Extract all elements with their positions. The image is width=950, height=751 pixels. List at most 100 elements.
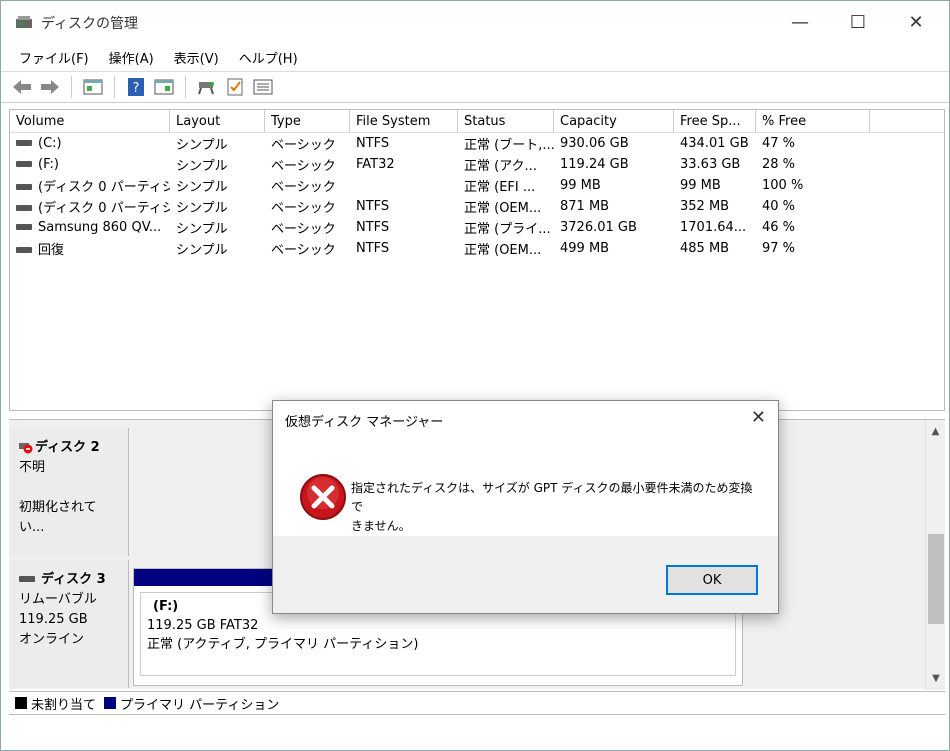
window-title: ディスクの管理 bbox=[41, 15, 139, 32]
volume-status: 正常 (EFI ... bbox=[464, 180, 536, 195]
table-row[interactable]: 回復 シンプル ベーシック NTFS 正常 (OEM... 499 MB 485… bbox=[10, 238, 944, 259]
volume-layout: シンプル bbox=[176, 243, 228, 258]
volume-type: ベーシック bbox=[271, 180, 336, 195]
disk-error-icon bbox=[19, 441, 33, 455]
volume-name: (F:) bbox=[38, 157, 59, 172]
list-icon[interactable] bbox=[252, 76, 274, 98]
column-percent-free[interactable]: % Free bbox=[756, 110, 870, 132]
disk-3-label[interactable]: ディスク 3 リムーバブル 119.25 GB オンライン bbox=[9, 560, 129, 688]
volume-percent-free: 40 % bbox=[762, 199, 796, 214]
volume-name: (C:) bbox=[38, 136, 62, 151]
volume-capacity: 3726.01 GB bbox=[560, 220, 637, 235]
table-row[interactable]: (ディスク 0 パーティショ... シンプル ベーシック NTFS 正常 (OE… bbox=[10, 196, 944, 217]
minimize-button[interactable]: — bbox=[771, 1, 829, 44]
close-button[interactable]: ✕ bbox=[887, 1, 945, 44]
volume-capacity: 99 MB bbox=[560, 178, 601, 193]
volume-layout: シンプル bbox=[176, 222, 228, 237]
toolbar-separator bbox=[185, 76, 186, 98]
toolbar-separator bbox=[71, 76, 72, 98]
maximize-button[interactable]: ☐ bbox=[829, 1, 887, 44]
volume-free-space: 99 MB bbox=[680, 178, 721, 193]
menu-help[interactable]: ヘルプ(H) bbox=[229, 48, 308, 67]
vertical-scrollbar[interactable]: ▲ ▼ bbox=[925, 420, 945, 690]
drive-icon bbox=[16, 246, 32, 253]
disk-3-size: 119.25 GB bbox=[19, 612, 88, 627]
volume-free-space: 352 MB bbox=[680, 199, 730, 214]
disk-2-name: ディスク 2 bbox=[35, 440, 100, 455]
volume-status: 正常 (プライ... bbox=[464, 222, 551, 237]
volume-list-header: Volume Layout Type File System Status Ca… bbox=[10, 110, 944, 133]
volume-capacity: 499 MB bbox=[560, 241, 610, 256]
menu-view[interactable]: 表示(V) bbox=[164, 48, 229, 67]
table-row[interactable]: (F:) シンプル ベーシック FAT32 正常 (アク... 119.24 G… bbox=[10, 154, 944, 175]
column-layout[interactable]: Layout bbox=[170, 110, 265, 132]
column-type[interactable]: Type bbox=[265, 110, 350, 132]
volume-free-space: 434.01 GB bbox=[680, 136, 749, 151]
legend-bar: 未割り当て プライマリ パーティション bbox=[9, 691, 945, 715]
legend-primary-label: プライマリ パーティション bbox=[120, 697, 280, 713]
drive-icon bbox=[16, 204, 32, 211]
table-row[interactable]: (C:) シンプル ベーシック NTFS 正常 (ブート,... 930.06 … bbox=[10, 133, 944, 154]
dialog-message-line-2: きません。 bbox=[351, 519, 411, 533]
volume-list: Volume Layout Type File System Status Ca… bbox=[9, 109, 945, 411]
volume-capacity: 871 MB bbox=[560, 199, 610, 214]
scroll-up-icon[interactable]: ▲ bbox=[926, 426, 945, 437]
drive-icon bbox=[16, 139, 32, 146]
scrollbar-thumb[interactable] bbox=[928, 534, 944, 624]
forward-arrow-icon[interactable] bbox=[39, 76, 61, 98]
menu-action[interactable]: 操作(A) bbox=[99, 48, 164, 67]
dialog-footer: OK bbox=[273, 536, 778, 613]
dialog-close-button[interactable]: ✕ bbox=[751, 407, 766, 428]
volume-file-system: NTFS bbox=[356, 220, 390, 235]
pane-icon[interactable] bbox=[82, 76, 104, 98]
title-bar: ディスクの管理 — ☐ ✕ bbox=[1, 1, 949, 44]
menu-file[interactable]: ファイル(F) bbox=[9, 48, 99, 67]
legend-unallocated-swatch bbox=[15, 697, 27, 709]
volume-type: ベーシック bbox=[271, 138, 336, 153]
volume-free-space: 1701.64... bbox=[680, 220, 747, 235]
disk-3-state: オンライン bbox=[19, 632, 85, 647]
help-icon[interactable]: ? bbox=[125, 76, 147, 98]
column-free-space[interactable]: Free Sp... bbox=[674, 110, 756, 132]
volume-file-system: NTFS bbox=[356, 136, 390, 151]
volume-capacity: 930.06 GB bbox=[560, 136, 629, 151]
volume-type: ベーシック bbox=[271, 159, 336, 174]
volume-layout: シンプル bbox=[176, 138, 228, 153]
disk-management-app-icon bbox=[15, 15, 33, 31]
dialog-message-line-1: 指定されたディスクは、サイズが GPT ディスクの最小要件未満のため変換で bbox=[351, 481, 753, 514]
toolbar: ? bbox=[1, 71, 949, 103]
table-row[interactable]: Samsung 860 QV... シンプル ベーシック NTFS 正常 (プラ… bbox=[10, 217, 944, 238]
drive-icon bbox=[16, 223, 32, 230]
volume-percent-free: 97 % bbox=[762, 241, 796, 256]
table-row[interactable]: (ディスク 0 パーティショ... シンプル ベーシック 正常 (EFI ...… bbox=[10, 175, 944, 196]
column-volume[interactable]: Volume bbox=[10, 110, 170, 132]
column-capacity[interactable]: Capacity bbox=[554, 110, 674, 132]
ok-button[interactable]: OK bbox=[666, 565, 758, 595]
connect-icon[interactable] bbox=[196, 76, 218, 98]
disk-2-label[interactable]: ディスク 2 不明 初期化されてい... bbox=[9, 428, 129, 556]
dialog-message: 指定されたディスクは、サイズが GPT ディスクの最小要件未満のため変換で きま… bbox=[351, 479, 761, 536]
back-arrow-icon[interactable] bbox=[11, 76, 33, 98]
volume-type: ベーシック bbox=[271, 201, 336, 216]
properties-icon[interactable] bbox=[153, 76, 175, 98]
scroll-down-icon[interactable]: ▼ bbox=[926, 673, 946, 684]
check-icon[interactable] bbox=[224, 76, 246, 98]
error-dialog: 仮想ディスク マネージャー ✕ 指定されたディスクは、サイズが GPT ディスク… bbox=[272, 400, 779, 614]
disk-management-window: ディスクの管理 — ☐ ✕ ファイル(F) 操作(A) 表示(V) ヘルプ(H)… bbox=[0, 0, 950, 751]
menu-bar: ファイル(F) 操作(A) 表示(V) ヘルプ(H) bbox=[1, 44, 949, 71]
legend-unallocated-label: 未割り当て bbox=[31, 697, 97, 713]
drive-icon bbox=[16, 183, 32, 190]
volume-file-system: FAT32 bbox=[356, 157, 395, 172]
volume-name: Samsung 860 QV... bbox=[38, 220, 162, 235]
dialog-title: 仮想ディスク マネージャー bbox=[285, 415, 444, 430]
volume-file-system: NTFS bbox=[356, 199, 390, 214]
column-file-system[interactable]: File System bbox=[350, 110, 458, 132]
volume-layout: シンプル bbox=[176, 180, 228, 195]
column-status[interactable]: Status bbox=[458, 110, 554, 132]
volume-name: (ディスク 0 パーティショ... bbox=[38, 180, 170, 195]
volume-type: ベーシック bbox=[271, 222, 336, 237]
volume-capacity: 119.24 GB bbox=[560, 157, 629, 172]
volume-name: (ディスク 0 パーティショ... bbox=[38, 201, 170, 216]
disk-2-state: 初期化されてい... bbox=[19, 500, 97, 535]
volume-layout: シンプル bbox=[176, 159, 228, 174]
